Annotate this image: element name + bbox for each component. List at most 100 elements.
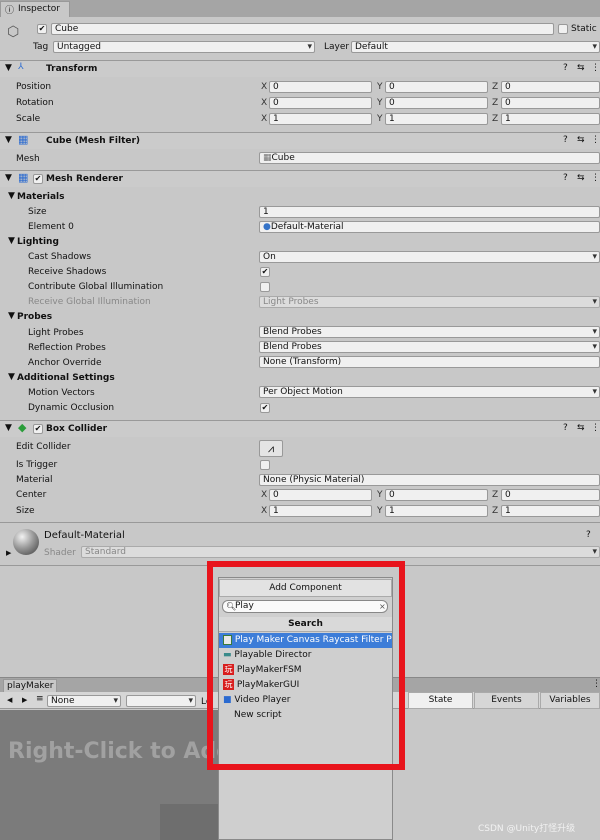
- lighting-section[interactable]: Lighting: [17, 236, 59, 248]
- element0-field[interactable]: ●Default-Material: [259, 221, 600, 233]
- tag-dropdown[interactable]: Untagged: [53, 41, 315, 53]
- mesh-renderer-header[interactable]: ▼ ▦ ✔ Mesh Renderer ? ⇆ ⋮: [0, 170, 600, 187]
- size-y-field[interactable]: 1: [385, 505, 488, 517]
- foldout-arrow-icon[interactable]: ▼: [8, 236, 15, 246]
- foldout-arrow-icon: ▼: [5, 63, 12, 73]
- tag-label: Tag: [33, 42, 49, 52]
- additional-settings-section[interactable]: Additional Settings: [17, 372, 115, 384]
- presets-icon[interactable]: ⇆: [577, 173, 585, 183]
- more-icon[interactable]: ⋮: [592, 679, 600, 689]
- axis-x-label: X: [261, 490, 268, 500]
- position-x-field[interactable]: 0: [269, 81, 372, 93]
- center-z-field[interactable]: 0: [501, 489, 600, 501]
- more-icon[interactable]: ⋮: [591, 173, 600, 183]
- transform-header[interactable]: ▼ ⅄ Transform ? ⇆ ⋮: [0, 60, 600, 77]
- probes-section[interactable]: Probes: [17, 311, 52, 323]
- axis-y-label: Y: [377, 98, 383, 108]
- box-collider-header[interactable]: ▼ ◆ ✔ Box Collider ? ⇆ ⋮: [0, 420, 600, 437]
- material-preview-sphere: [13, 529, 39, 555]
- rotation-y-field[interactable]: 0: [385, 97, 488, 109]
- mesh-renderer-enabled-checkbox[interactable]: ✔: [33, 174, 43, 184]
- layer-dropdown[interactable]: Default: [351, 41, 600, 53]
- graph-node[interactable]: [160, 804, 220, 840]
- rotation-z-field[interactable]: 0: [501, 97, 600, 109]
- rotation-x-field[interactable]: 0: [269, 97, 372, 109]
- edit-collider-label: Edit Collider: [16, 442, 71, 452]
- box-collider-enabled-checkbox[interactable]: ✔: [33, 424, 43, 434]
- reflection-probes-dropdown[interactable]: Blend Probes: [259, 341, 600, 353]
- cast-shadows-dropdown[interactable]: On: [259, 251, 600, 263]
- help-icon[interactable]: ?: [563, 173, 568, 183]
- edit-bounds-icon: ⩘: [267, 442, 275, 455]
- foldout-arrow-icon[interactable]: ▼: [8, 191, 15, 201]
- motion-vectors-dropdown[interactable]: Per Object Motion: [259, 386, 600, 398]
- scale-z-field[interactable]: 1: [501, 113, 600, 125]
- more-icon[interactable]: ⋮: [591, 423, 600, 433]
- dynamic-occlusion-checkbox[interactable]: ✔: [260, 403, 270, 413]
- active-checkbox[interactable]: ✔: [37, 24, 47, 34]
- inspector-tab[interactable]: ⓘ Inspector: [0, 1, 70, 17]
- box-collider-icon: ◆: [18, 421, 27, 434]
- light-probes-label: Light Probes: [28, 328, 84, 338]
- object-name-field[interactable]: Cube: [51, 23, 554, 35]
- receive-shadows-checkbox[interactable]: ✔: [260, 267, 270, 277]
- collider-material-field[interactable]: None (Physic Material): [259, 474, 600, 486]
- fsm-selector-dropdown-2[interactable]: [126, 695, 196, 707]
- mesh-filter-header[interactable]: ▼ ▦ Cube (Mesh Filter) ? ⇆ ⋮: [0, 132, 600, 149]
- light-probes-dropdown[interactable]: Blend Probes: [259, 326, 600, 338]
- axis-x-label: X: [261, 98, 268, 108]
- help-icon[interactable]: ?: [563, 423, 568, 433]
- center-x-field[interactable]: 0: [269, 489, 372, 501]
- materials-section[interactable]: Materials: [17, 191, 64, 203]
- size-z-field[interactable]: 1: [501, 505, 600, 517]
- tab-variables[interactable]: Variables: [540, 692, 600, 709]
- playmaker-tab[interactable]: playMaker: [3, 679, 57, 692]
- scale-y-field[interactable]: 1: [385, 113, 488, 125]
- element0-label: Element 0: [28, 222, 74, 232]
- nav-right-icon[interactable]: ▶: [22, 696, 27, 704]
- tab-state[interactable]: State: [408, 692, 473, 709]
- more-icon[interactable]: ⋮: [591, 135, 600, 145]
- axis-x-label: X: [261, 114, 268, 124]
- contribute-gi-checkbox[interactable]: [260, 282, 270, 292]
- axis-z-label: Z: [492, 506, 499, 516]
- scale-x-field[interactable]: 1: [269, 113, 372, 125]
- edit-collider-button[interactable]: ⩘: [259, 440, 283, 457]
- presets-icon[interactable]: ⇆: [577, 63, 585, 73]
- axis-y-label: Y: [377, 490, 383, 500]
- center-y-field[interactable]: 0: [385, 489, 488, 501]
- axis-x-label: X: [261, 82, 268, 92]
- cast-shadows-label: Cast Shadows: [28, 252, 92, 262]
- material-name: Default-Material: [44, 530, 125, 541]
- is-trigger-label: Is Trigger: [16, 460, 58, 470]
- help-icon[interactable]: ?: [586, 530, 591, 540]
- fsm-select-dropdown[interactable]: None: [47, 695, 121, 707]
- anchor-override-field[interactable]: None (Transform): [259, 356, 600, 368]
- mesh-field[interactable]: ▦Cube: [259, 152, 600, 164]
- contribute-gi-label: Contribute Global Illumination: [28, 282, 164, 292]
- help-icon[interactable]: ?: [563, 135, 568, 145]
- transform-title: Transform: [46, 64, 98, 74]
- foldout-arrow-icon[interactable]: ▶: [6, 549, 11, 557]
- static-checkbox[interactable]: [558, 24, 568, 34]
- nav-left-icon[interactable]: ◀: [7, 696, 12, 704]
- list-icon[interactable]: ≡: [36, 694, 44, 704]
- presets-icon[interactable]: ⇆: [577, 423, 585, 433]
- position-label: Position: [16, 82, 52, 92]
- foldout-arrow-icon[interactable]: ▼: [8, 372, 15, 382]
- mesh-label: Mesh: [16, 154, 40, 164]
- presets-icon[interactable]: ⇆: [577, 135, 585, 145]
- foldout-arrow-icon: ▼: [5, 173, 12, 183]
- inspector-tab-label: Inspector: [18, 4, 60, 14]
- foldout-arrow-icon[interactable]: ▼: [8, 311, 15, 321]
- size-x-field[interactable]: 1: [269, 505, 372, 517]
- tab-events[interactable]: Events: [474, 692, 539, 709]
- more-icon[interactable]: ⋮: [591, 63, 600, 73]
- shader-label: Shader: [44, 548, 76, 558]
- position-y-field[interactable]: 0: [385, 81, 488, 93]
- is-trigger-checkbox[interactable]: [260, 460, 270, 470]
- help-icon[interactable]: ?: [563, 63, 568, 73]
- materials-size-field[interactable]: 1: [259, 206, 600, 218]
- position-z-field[interactable]: 0: [501, 81, 600, 93]
- mesh-value: Cube: [271, 153, 295, 163]
